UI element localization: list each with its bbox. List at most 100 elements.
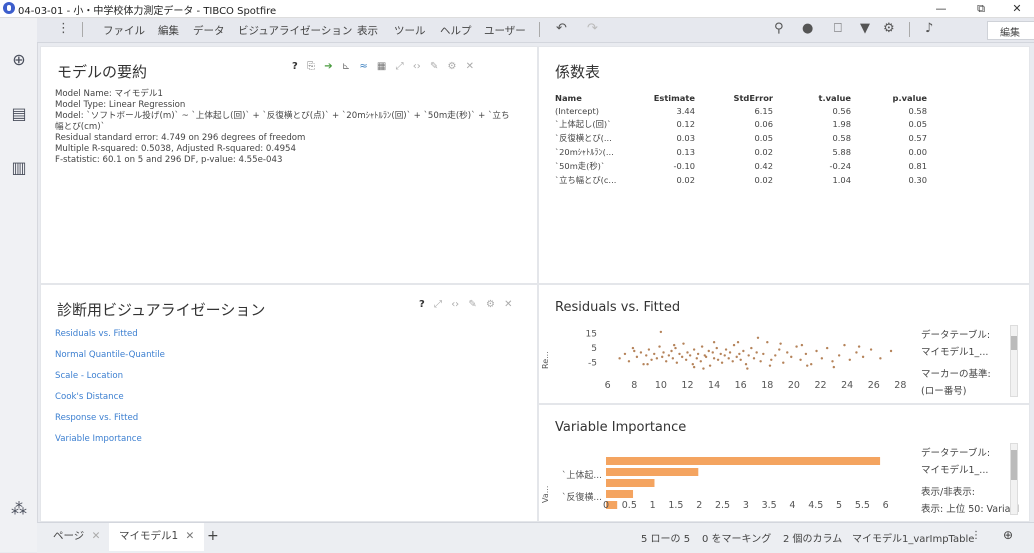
column-header[interactable]: t.value [773, 91, 851, 104]
close-icon[interactable]: ✕ [92, 530, 101, 542]
close-icon[interactable]: ✕ [466, 61, 474, 72]
add-data-icon[interactable]: ⊕ [10, 51, 28, 69]
redo-icon[interactable]: ↷ [587, 21, 598, 36]
column-header[interactable]: Name [555, 91, 627, 104]
edit-pencil-icon[interactable]: ✎ [430, 61, 438, 72]
tab-my-model[interactable]: マイモデル1 ✕ [109, 523, 205, 551]
link-residuals-vs-fitted[interactable]: Residuals vs. Fitted [55, 329, 138, 339]
close-icon[interactable]: ✕ [504, 299, 512, 310]
globe-icon[interactable]: ⊕ [1003, 528, 1013, 542]
link-cooks-distance[interactable]: Cook's Distance [55, 392, 124, 402]
menu-file[interactable]: ファイル [103, 23, 145, 38]
x-tick-label: 0.5 [622, 500, 637, 511]
menu-edit[interactable]: 編集 [158, 23, 179, 38]
data-point [680, 355, 684, 359]
minimize-button[interactable]: — [926, 0, 956, 17]
copy-icon[interactable]: ⎘ [307, 61, 315, 72]
mode-select[interactable]: 編集 ⌄ [987, 21, 1034, 40]
table-cell: `上体起し(回)` [555, 119, 612, 129]
category-label: `上体起... [562, 469, 602, 481]
column-header[interactable]: p.value [851, 91, 927, 104]
panel-title: 係数表 [555, 63, 601, 81]
table-row[interactable]: `上体起し(回)` 0.12 0.06 1.98 0.05 [555, 117, 927, 131]
scroll-thumb[interactable] [1011, 450, 1017, 480]
filter-icon[interactable]: ▼ [860, 21, 870, 36]
table-row[interactable]: (Intercept) 3.44 6.15 0.56 0.58 [555, 104, 927, 117]
legend-scrollbar[interactable] [1010, 443, 1018, 515]
table-cell: -0.24 [829, 161, 851, 171]
summary-line: Residual standard error: 4.749 on 296 de… [55, 133, 306, 143]
data-point [711, 351, 714, 354]
more-options-icon[interactable]: ⋮ [57, 21, 70, 36]
close-window-button[interactable]: ✕ [1002, 0, 1032, 17]
visualization-panel-icon[interactable]: ▥ [10, 159, 28, 177]
undo-icon[interactable]: ↶ [556, 21, 567, 36]
data-point [843, 343, 846, 347]
legend-value: (ロー番号) [921, 386, 967, 397]
more-icon[interactable]: ⋮ [971, 530, 981, 541]
menu-visualization[interactable]: ビジュアライゼーション [238, 23, 352, 38]
close-icon[interactable]: ✕ [186, 530, 195, 542]
menu-tools[interactable]: ツール [394, 23, 426, 38]
menu-user[interactable]: ユーザー [484, 23, 526, 38]
settings-gear-icon[interactable]: ⚙ [486, 299, 495, 310]
column-header[interactable]: StdError [695, 91, 773, 104]
coefficient-table-panel: 係数表 Name Estimate StdError t.value p.val… [539, 47, 1029, 283]
data-point [688, 354, 692, 357]
data-point [674, 346, 677, 350]
maximize-icon[interactable]: ⤢ [396, 61, 404, 72]
legend-scrollbar[interactable] [1010, 325, 1018, 397]
curve-icon[interactable]: ≈ [359, 61, 367, 72]
restore-button[interactable]: ⧉ [966, 0, 996, 17]
table-row[interactable]: `反復横とび(... 0.03 0.05 0.58 0.57 [555, 131, 927, 145]
collaboration-icon[interactable]: ⁂ [10, 500, 28, 518]
add-page-button[interactable]: + [197, 523, 229, 551]
data-point [719, 352, 722, 356]
residuals-scatter-plot[interactable]: Re... 15 5 -5 6 8 10 12 14 16 18 20 22 24 26 28 [539, 321, 914, 401]
maximize-icon[interactable]: ⤢ [434, 299, 442, 310]
legend-label: データテーブル: [921, 330, 991, 341]
link-normal-qq[interactable]: Normal Quantile-Quantile [55, 350, 165, 360]
x-tick-label: 12 [681, 380, 693, 391]
menu-help[interactable]: ヘルプ [440, 23, 472, 38]
help-icon[interactable]: ? [419, 299, 425, 310]
model-summary-text: Model Name: マイモデル1 Model Type: Linear Re… [55, 89, 515, 166]
export-icon[interactable]: ➔ [324, 61, 332, 72]
data-panel-icon[interactable]: ▤ [10, 105, 28, 123]
menu-data[interactable]: データ [193, 23, 225, 38]
variable-importance-bar-chart[interactable]: Va... `上体起... `反復横...0 0.5 1 1.5 2 2.5 3 3.5 4 4.5 5… [539, 441, 914, 521]
bookmark-icon[interactable]: ⎕ [834, 21, 842, 36]
settings-gear-icon[interactable]: ⚙ [883, 21, 895, 36]
data-point [633, 349, 636, 353]
table-cell: 0.02 [676, 175, 695, 185]
comments-icon[interactable]: ● [802, 21, 813, 36]
edit-pencil-icon[interactable]: ✎ [468, 299, 476, 310]
x-tick-label: 20 [788, 380, 800, 391]
code-icon[interactable]: ‹› [413, 61, 421, 72]
chart-icon[interactable]: ⊾ [342, 61, 350, 72]
column-header[interactable]: Estimate [627, 91, 695, 104]
data-point [738, 352, 741, 356]
code-icon[interactable]: ‹› [451, 299, 459, 310]
y-tick-label: 15 [586, 329, 597, 339]
data-point [618, 357, 621, 360]
data-point [815, 349, 818, 353]
table-row[interactable]: `50m走(秒)` -0.10 0.42 -0.24 0.81 [555, 159, 927, 173]
data-point [695, 357, 698, 360]
table-name-status[interactable]: マイモデル1_varImpTable [852, 530, 974, 545]
scroll-thumb[interactable] [1011, 336, 1017, 350]
notification-bell-icon[interactable]: ♪ [925, 21, 933, 36]
link-scale-location[interactable]: Scale - Location [55, 371, 123, 381]
table-row[interactable]: `20mｼｬﾄﾙﾗﾝ(... 0.13 0.02 5.88 0.00 [555, 145, 927, 159]
link-response-vs-fitted[interactable]: Response vs. Fitted [55, 413, 138, 423]
settings-gear-icon[interactable]: ⚙ [448, 61, 457, 72]
menu-view[interactable]: 表示 [357, 23, 378, 38]
help-icon[interactable]: ? [292, 61, 298, 72]
calculator-icon[interactable]: ▦ [377, 61, 386, 72]
tab-page[interactable]: ページ ✕ [43, 523, 110, 551]
summary-line: Model Name: マイモデル1 [55, 89, 163, 99]
link-variable-importance[interactable]: Variable Importance [55, 434, 142, 444]
table-row[interactable]: `立ち幅とび(c... 0.02 0.02 1.04 0.30 [555, 173, 927, 187]
search-icon[interactable]: ⚲ [774, 21, 784, 36]
divider [82, 22, 83, 37]
